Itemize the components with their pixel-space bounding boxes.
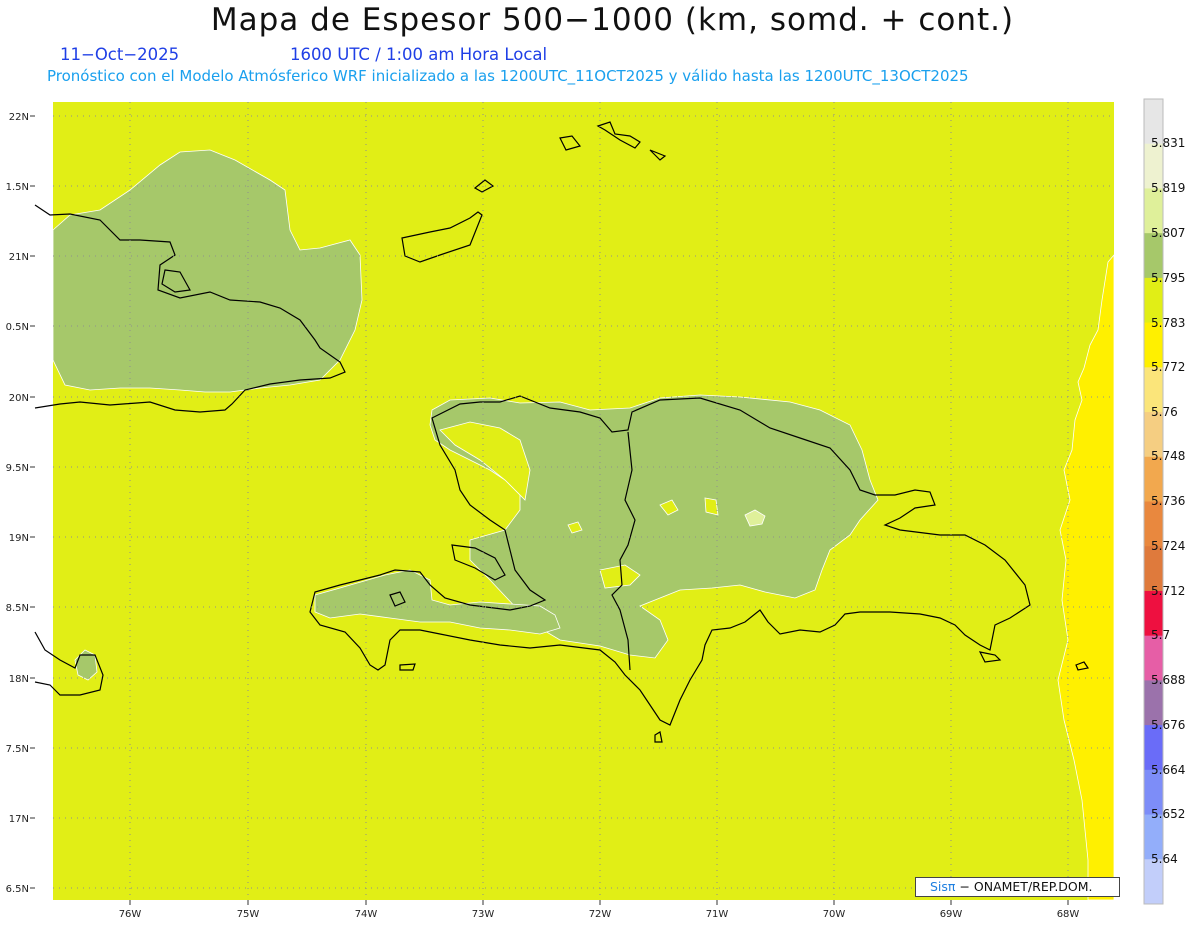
lat-label: 20N <box>9 393 29 404</box>
colorbar-label: 5.7 <box>1151 628 1171 642</box>
lat-label: 17N <box>9 814 29 825</box>
sispi-logo: Sisπ <box>930 879 956 894</box>
lat-label: 6.5N <box>6 884 29 895</box>
colorbar-label: 5.748 <box>1151 449 1186 463</box>
lat-label: 22N <box>9 112 29 123</box>
colorbar-label: 5.64 <box>1151 852 1178 866</box>
colorbar-label: 5.772 <box>1151 360 1186 374</box>
colorbar-label: 5.712 <box>1151 584 1186 598</box>
colorbar-label: 5.807 <box>1151 226 1186 240</box>
credit-box: Sisπ − ONAMET/REP.DOM. <box>915 877 1120 897</box>
lon-label: 71W <box>706 909 729 920</box>
colorbar-label: 5.688 <box>1151 673 1186 687</box>
colorbar-label: 5.819 <box>1151 181 1186 195</box>
lat-label: 0.5N <box>6 322 29 333</box>
latitude-labels: 22N 1.5N 21N 0.5N 20N 9.5N 19N 8.5N 18N … <box>6 112 29 895</box>
lon-label: 69W <box>940 909 963 920</box>
lat-label: 19N <box>9 533 29 544</box>
colorbar-swatch <box>1144 859 1163 905</box>
lon-label: 73W <box>472 909 495 920</box>
credit-text: − ONAMET/REP.DOM. <box>959 879 1093 894</box>
colorbar-label: 5.795 <box>1151 271 1186 285</box>
lon-label: 68W <box>1057 909 1080 920</box>
lon-label: 72W <box>589 909 612 920</box>
lat-label: 8.5N <box>6 603 29 614</box>
colorbar-label: 5.724 <box>1151 539 1186 553</box>
colorbar-label: 5.783 <box>1151 316 1186 330</box>
lon-label: 75W <box>237 909 260 920</box>
lat-label: 1.5N <box>6 182 29 193</box>
thickness-map: 22N 1.5N 21N 0.5N 20N 9.5N 19N 8.5N 18N … <box>6 98 1164 920</box>
lat-label: 7.5N <box>6 744 29 755</box>
lon-label: 70W <box>823 909 846 920</box>
lon-label: 76W <box>119 909 142 920</box>
colorbar-label: 5.652 <box>1151 807 1186 821</box>
lat-label: 18N <box>9 674 29 685</box>
colorbar-label: 5.664 <box>1151 763 1186 777</box>
lon-label: 74W <box>355 909 378 920</box>
lat-label: 21N <box>9 252 29 263</box>
colorbar-label: 5.831 <box>1151 136 1186 150</box>
colorbar-label: 5.676 <box>1151 718 1186 732</box>
longitude-labels: 76W 75W 74W 73W 72W 71W 70W 69W 68W <box>119 909 1080 920</box>
lat-label: 9.5N <box>6 463 29 474</box>
colorbar-label: 5.76 <box>1151 405 1178 419</box>
colorbar-label: 5.736 <box>1151 494 1186 508</box>
